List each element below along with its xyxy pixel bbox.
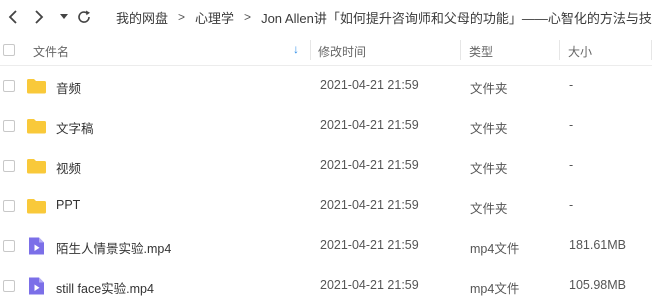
video-file-icon bbox=[29, 277, 44, 295]
breadcrumb: 我的网盘 > 心理学 > Jon Allen讲「如何提升咨询师和父母的功能」——… bbox=[116, 8, 652, 26]
column-header-modified[interactable]: 修改时间 bbox=[318, 43, 366, 60]
file-name[interactable]: 音频 bbox=[56, 78, 81, 97]
back-button[interactable] bbox=[4, 7, 22, 27]
file-size: 181.61MB bbox=[569, 238, 626, 252]
file-size: 105.98MB bbox=[569, 278, 626, 292]
file-type: mp4文件 bbox=[470, 282, 520, 296]
breadcrumb-item-current-folder[interactable]: Jon Allen讲「如何提升咨询师和父母的功能」——心智化的方法与技术 ... bbox=[261, 8, 652, 27]
file-list-header: 文件名 ↓ 修改时间 类型 大小 bbox=[0, 34, 652, 66]
column-divider[interactable] bbox=[460, 40, 461, 60]
file-row[interactable]: PPT 2021-04-21 21:59 文件夹 - bbox=[0, 186, 652, 226]
chevron-left-icon bbox=[8, 10, 17, 24]
file-size: - bbox=[569, 198, 574, 212]
file-row[interactable]: 音频 2021-04-21 21:59 文件夹 - bbox=[0, 66, 652, 106]
sort-arrow-icon[interactable]: ↓ bbox=[293, 42, 299, 56]
file-row[interactable]: 视频 2021-04-21 21:59 文件夹 - bbox=[0, 146, 652, 186]
navigation-bar: 我的网盘 > 心理学 > Jon Allen讲「如何提升咨询师和父母的功能」——… bbox=[0, 0, 652, 34]
row-checkbox[interactable] bbox=[3, 120, 15, 132]
file-name[interactable]: 文字稿 bbox=[56, 118, 94, 137]
file-row[interactable]: 文字稿 2021-04-21 21:59 文件夹 - bbox=[0, 106, 652, 146]
video-file-icon bbox=[29, 237, 44, 255]
folder-icon bbox=[27, 79, 46, 94]
file-type: 文件夹 bbox=[470, 122, 508, 136]
refresh-icon bbox=[78, 10, 90, 23]
column-header-size[interactable]: 大小 bbox=[568, 43, 592, 60]
caret-down-icon bbox=[60, 14, 68, 19]
chevron-right-icon bbox=[35, 10, 44, 24]
breadcrumb-item-psychology[interactable]: 心理学 bbox=[195, 8, 234, 27]
file-type: 文件夹 bbox=[470, 202, 508, 216]
select-all-checkbox[interactable] bbox=[3, 44, 15, 56]
column-divider[interactable] bbox=[310, 40, 311, 60]
folder-icon bbox=[27, 199, 46, 214]
file-modified: 2021-04-21 21:59 bbox=[320, 118, 419, 132]
file-name[interactable]: PPT bbox=[56, 198, 80, 212]
file-modified: 2021-04-21 21:59 bbox=[320, 278, 419, 292]
folder-icon bbox=[27, 159, 46, 174]
file-name[interactable]: 陌生人情景实验.mp4 bbox=[56, 238, 171, 257]
column-header-type[interactable]: 类型 bbox=[469, 43, 493, 60]
row-checkbox[interactable] bbox=[3, 280, 15, 292]
file-row[interactable]: still face实验.mp4 2021-04-21 21:59 mp4文件 … bbox=[0, 266, 652, 306]
file-row[interactable]: 陌生人情景实验.mp4 2021-04-21 21:59 mp4文件 181.6… bbox=[0, 226, 652, 266]
row-checkbox[interactable] bbox=[3, 80, 15, 92]
row-checkbox[interactable] bbox=[3, 160, 15, 172]
refresh-button[interactable] bbox=[74, 7, 94, 27]
file-size: - bbox=[569, 118, 574, 132]
breadcrumb-separator: > bbox=[244, 10, 252, 24]
file-modified: 2021-04-21 21:59 bbox=[320, 238, 419, 252]
breadcrumb-item-my-drive[interactable]: 我的网盘 bbox=[116, 8, 168, 27]
file-type: 文件夹 bbox=[470, 162, 508, 176]
file-modified: 2021-04-21 21:59 bbox=[320, 78, 419, 92]
folder-icon bbox=[27, 119, 46, 134]
forward-button[interactable] bbox=[30, 7, 48, 27]
history-dropdown-button[interactable] bbox=[58, 7, 70, 27]
file-modified: 2021-04-21 21:59 bbox=[320, 198, 419, 212]
file-name[interactable]: still face实验.mp4 bbox=[56, 278, 154, 297]
file-size: - bbox=[569, 78, 574, 92]
breadcrumb-separator: > bbox=[178, 10, 186, 24]
file-size: - bbox=[569, 158, 574, 172]
file-type: 文件夹 bbox=[470, 82, 508, 96]
row-checkbox[interactable] bbox=[3, 240, 15, 252]
column-header-name[interactable]: 文件名 bbox=[33, 43, 69, 60]
file-name[interactable]: 视频 bbox=[56, 158, 81, 177]
file-type: mp4文件 bbox=[470, 242, 520, 256]
file-modified: 2021-04-21 21:59 bbox=[320, 158, 419, 172]
column-divider[interactable] bbox=[559, 40, 560, 60]
row-checkbox[interactable] bbox=[3, 200, 15, 212]
